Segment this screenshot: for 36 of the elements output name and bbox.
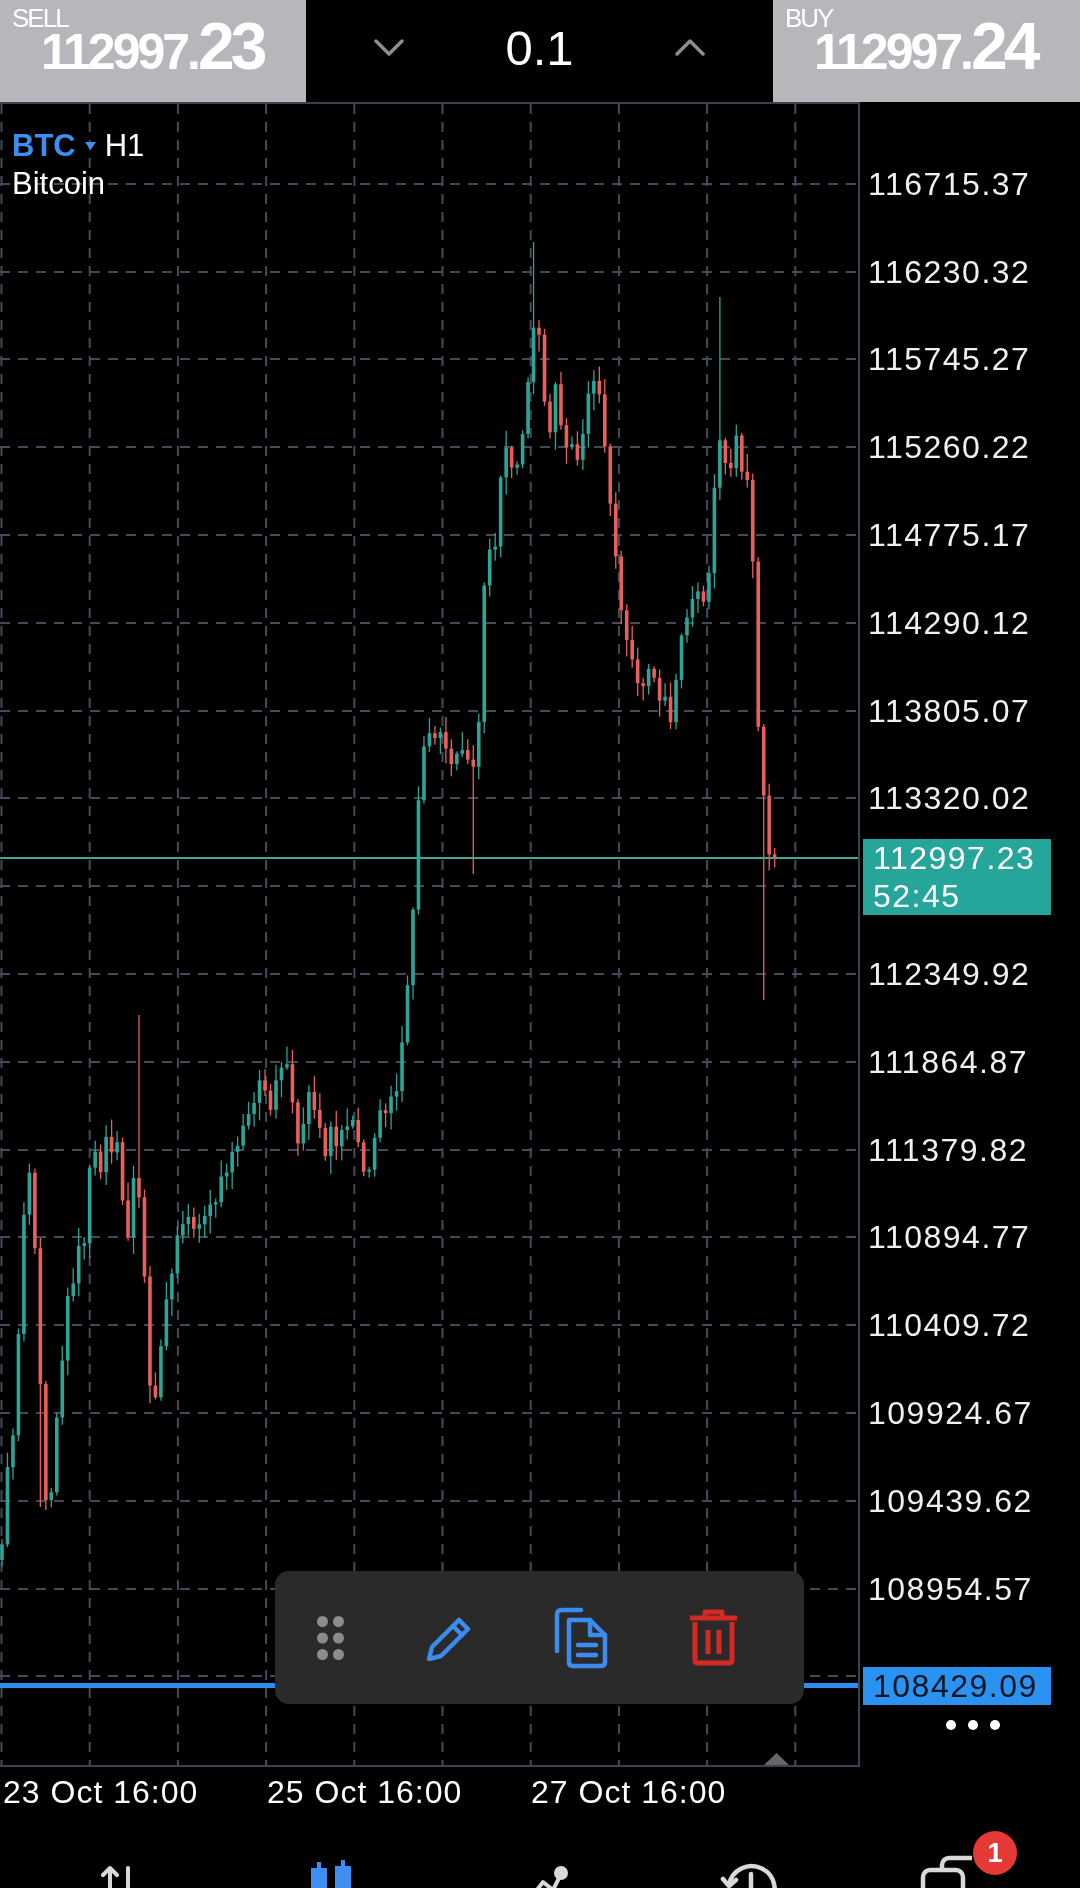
line-price-label: 108429.09 [863, 1666, 1051, 1705]
chevron-up-icon[interactable] [675, 38, 705, 56]
price-label: 114775.17 [868, 519, 1031, 552]
price-label: 108954.57 [868, 1572, 1033, 1605]
chevron-down-icon[interactable] [374, 38, 404, 56]
bid-price: 112997.23 [873, 839, 1036, 877]
copy-icon[interactable] [554, 1606, 608, 1669]
trash-icon[interactable] [688, 1609, 739, 1666]
price-label: 109924.67 [868, 1397, 1033, 1430]
time-label: 23 Oct 16:00 [3, 1774, 199, 1810]
caret-icon[interactable] [84, 142, 96, 150]
price-label: 112349.92 [868, 958, 1031, 991]
candlestick-icon[interactable] [309, 1860, 353, 1888]
price-label: 111864.87 [868, 1045, 1028, 1078]
timeframe-label[interactable]: H1 [104, 127, 145, 165]
volume-field[interactable]: 0.1 [505, 23, 574, 73]
triangle-marker-icon[interactable] [764, 1752, 789, 1765]
price-label: 111379.82 [868, 1133, 1028, 1166]
time-label: 27 Oct 16:00 [531, 1774, 727, 1810]
price-label: 116715.37 [868, 167, 1031, 200]
time-label: 25 Oct 16:00 [267, 1774, 463, 1810]
drag-handle-icon[interactable] [317, 1615, 344, 1660]
symbol-description: Bitcoin [12, 166, 106, 201]
price-label: 113805.07 [868, 694, 1031, 727]
symbol-name[interactable]: BTC [12, 127, 76, 165]
bar-countdown: 52:45 [873, 877, 961, 915]
price-label: 116230.32 [868, 255, 1031, 288]
price-label: 110894.77 [868, 1221, 1031, 1254]
unread-count: 1 [973, 1831, 1017, 1875]
price-label: 115260.22 [868, 431, 1031, 464]
price-label: 109439.62 [868, 1484, 1033, 1517]
price-label: 113320.02 [868, 782, 1031, 815]
price-label: 110409.72 [868, 1309, 1031, 1342]
stacked-squares-icon[interactable] [918, 1855, 972, 1888]
price-label: 115745.27 [868, 343, 1031, 376]
price-label: 114290.12 [868, 606, 1031, 639]
